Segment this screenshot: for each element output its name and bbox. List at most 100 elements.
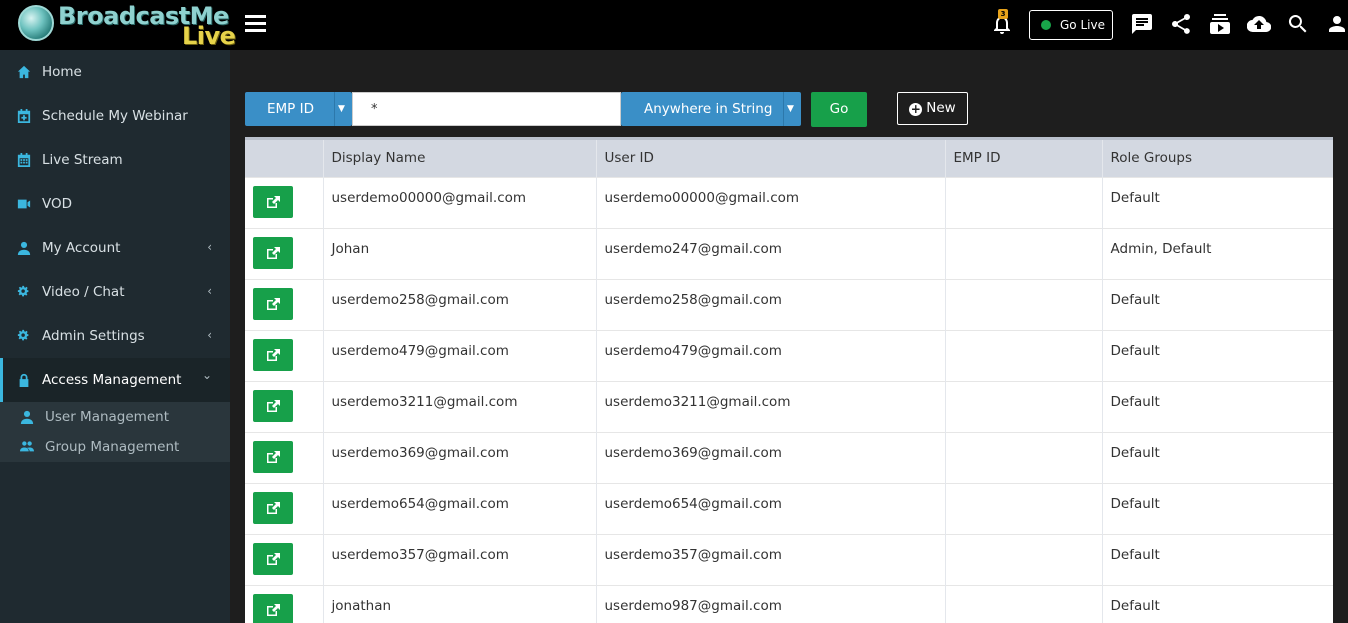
column-header-role-groups[interactable]: Role Groups: [1102, 140, 1333, 177]
sidebar-item-home[interactable]: Home: [0, 50, 230, 94]
display-name-cell: userdemo258@gmail.com: [323, 278, 597, 330]
sidebar-item-label: Video / Chat: [42, 284, 125, 300]
menu-icon[interactable]: [245, 15, 266, 33]
table-row: userdemo357@gmail.com userdemo357@gmail.c…: [245, 533, 1333, 585]
home-icon: [17, 65, 31, 79]
bell-icon[interactable]: 3: [990, 9, 1014, 36]
sidebar-subitem-label: User Management: [45, 409, 169, 425]
user-icon: [20, 410, 34, 424]
user-id-cell: userdemo258@gmail.com: [596, 278, 946, 330]
display-name-cell: userdemo479@gmail.com: [323, 329, 597, 381]
chat-icon[interactable]: [1130, 12, 1154, 36]
emp-id-cell: [945, 380, 1103, 432]
table-row: jonathan userdemo987@gmail.com Default: [245, 584, 1333, 623]
cogs-icon: [17, 329, 31, 343]
role-groups-cell: Default: [1102, 431, 1333, 483]
edit-user-button[interactable]: [253, 338, 293, 371]
sidebar-item-admin-settings[interactable]: Admin Settings ‹: [0, 314, 230, 358]
go-live-button[interactable]: Go Live: [1029, 10, 1113, 40]
new-button-label: New: [926, 100, 956, 116]
main-content: EMP ID ▼ Anywhere in String ▼ Go +New Di…: [230, 50, 1348, 623]
role-groups-cell: Default: [1102, 584, 1333, 623]
edit-user-button[interactable]: [253, 440, 293, 473]
actions-cell: [245, 329, 324, 381]
plus-circle-icon: +: [909, 102, 923, 116]
user-id-cell: userdemo654@gmail.com: [596, 482, 946, 534]
video-camera-icon: [17, 197, 31, 211]
user-id-cell: userdemo357@gmail.com: [596, 533, 946, 585]
match-mode-value: Anywhere in String: [644, 101, 773, 117]
users-icon: [20, 440, 34, 454]
search-field-select[interactable]: EMP ID ▼: [245, 92, 352, 126]
actions-cell: [245, 533, 324, 585]
search-input[interactable]: [352, 92, 621, 126]
search-icon[interactable]: [1286, 12, 1310, 36]
sidebar-item-live-stream[interactable]: Live Stream: [0, 138, 230, 182]
emp-id-cell: [945, 533, 1103, 585]
go-button[interactable]: Go: [811, 92, 867, 127]
sidebar-item-label: Schedule My Webinar: [42, 108, 188, 124]
cloud-upload-icon[interactable]: [1246, 12, 1272, 36]
sidebar-item-label: Access Management: [42, 372, 182, 388]
edit-user-button[interactable]: [253, 491, 293, 524]
edit-user-button[interactable]: [253, 236, 293, 269]
sidebar-item-access-management[interactable]: Access Management ⌄: [0, 358, 230, 402]
sidebar-item-group-management[interactable]: Group Management: [0, 432, 230, 462]
emp-id-cell: [945, 278, 1103, 330]
user-icon: [17, 241, 31, 255]
display-name-cell: userdemo00000@gmail.com: [323, 176, 597, 228]
sidebar-item-user-management[interactable]: User Management: [0, 402, 230, 432]
caret-down-icon: ▼: [338, 104, 345, 114]
live-status-dot: [1041, 20, 1051, 30]
emp-id-cell: [945, 329, 1103, 381]
sidebar-item-video-chat[interactable]: Video / Chat ‹: [0, 270, 230, 314]
actions-cell: [245, 278, 324, 330]
table-row: userdemo479@gmail.com userdemo479@gmail.c…: [245, 329, 1333, 381]
external-link-icon: [267, 195, 280, 208]
edit-user-button[interactable]: [253, 593, 293, 623]
users-table: Display Name User ID EMP ID Role Groups …: [245, 137, 1333, 623]
calendar-icon: [17, 153, 31, 167]
display-name-cell: userdemo357@gmail.com: [323, 533, 597, 585]
table-row: Johan userdemo247@gmail.com Admin, Default: [245, 227, 1333, 279]
user-icon[interactable]: [1325, 12, 1348, 36]
sidebar-item-vod[interactable]: VOD: [0, 182, 230, 226]
column-header-user-id[interactable]: User ID: [596, 140, 946, 177]
user-id-cell: userdemo369@gmail.com: [596, 431, 946, 483]
external-link-icon: [267, 297, 280, 310]
sidebar-item-my-account[interactable]: My Account ‹: [0, 226, 230, 270]
caret-down-icon: ▼: [787, 104, 794, 114]
search-field-value: EMP ID: [267, 101, 314, 117]
share-icon[interactable]: [1169, 12, 1193, 36]
column-header-display-name[interactable]: Display Name: [323, 140, 597, 177]
external-link-icon: [267, 450, 280, 463]
actions-cell: [245, 584, 324, 623]
sidebar-item-label: Admin Settings: [42, 328, 145, 344]
sidebar-item-schedule-webinar[interactable]: Schedule My Webinar: [0, 94, 230, 138]
column-header-actions: [245, 140, 324, 177]
display-name-cell: userdemo654@gmail.com: [323, 482, 597, 534]
edit-user-button[interactable]: [253, 185, 293, 218]
globe-logo-icon: [18, 5, 54, 41]
brand-logo[interactable]: BroadcastMe Live: [0, 0, 236, 50]
edit-user-button[interactable]: [253, 542, 293, 575]
sidebar-item-label: Live Stream: [42, 152, 123, 168]
table-row: userdemo654@gmail.com userdemo654@gmail.c…: [245, 482, 1333, 534]
match-mode-select[interactable]: Anywhere in String ▼: [621, 92, 801, 126]
playlist-icon[interactable]: [1208, 12, 1232, 36]
role-groups-cell: Admin, Default: [1102, 227, 1333, 279]
display-name-cell: userdemo3211@gmail.com: [323, 380, 597, 432]
edit-user-button[interactable]: [253, 389, 293, 422]
emp-id-cell: [945, 431, 1103, 483]
role-groups-cell: Default: [1102, 482, 1333, 534]
actions-cell: [245, 431, 324, 483]
top-navbar: BroadcastMe Live 3 Go Live: [0, 0, 1348, 50]
edit-user-button[interactable]: [253, 287, 293, 320]
new-user-button[interactable]: + New: [897, 92, 968, 125]
table-row: userdemo258@gmail.com userdemo258@gmail.c…: [245, 278, 1333, 330]
emp-id-cell: [945, 482, 1103, 534]
actions-cell: [245, 176, 324, 228]
column-header-emp-id[interactable]: EMP ID: [945, 140, 1103, 177]
external-link-icon: [267, 552, 280, 565]
role-groups-cell: Default: [1102, 533, 1333, 585]
